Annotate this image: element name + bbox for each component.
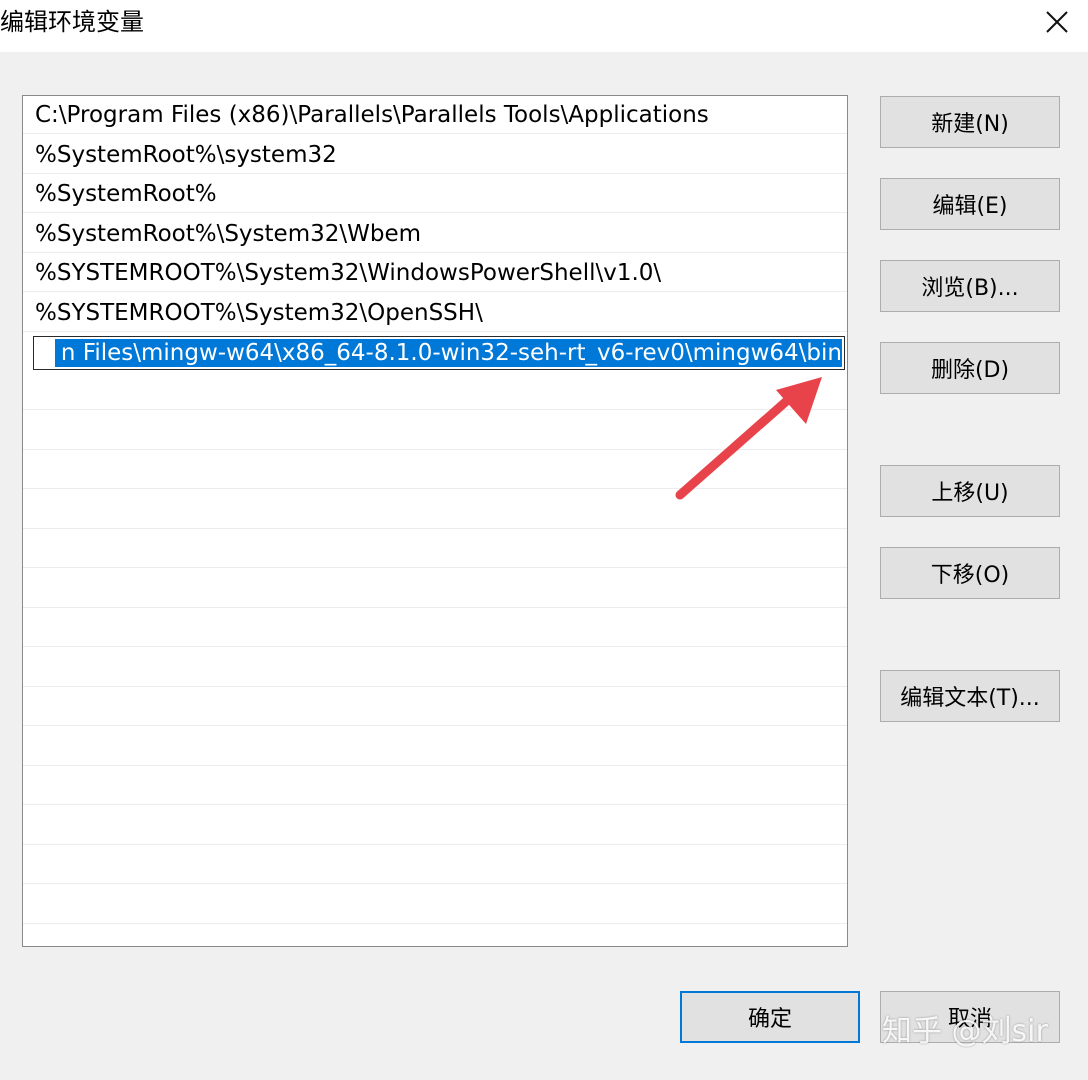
empty-row [23,412,847,450]
empty-row [23,886,847,924]
empty-row [23,491,847,529]
list-item-text: %SystemRoot% [35,181,217,207]
list-item[interactable]: %SYSTEMROOT%\System32\OpenSSH\ [23,294,847,332]
move-down-button[interactable]: 下移(O) [880,547,1060,599]
empty-row [23,688,847,726]
path-edit-input[interactable]: n Files\mingw-w64\x86_64-8.1.0-win32-seh… [33,336,845,370]
window-title: 编辑环境变量 [0,8,144,36]
move-up-button[interactable]: 上移(U) [880,465,1060,517]
new-button[interactable]: 新建(N) [880,96,1060,148]
ok-button[interactable]: 确定 [680,991,860,1043]
empty-row [23,609,847,647]
edit-text-button[interactable]: 编辑文本(T)... [880,670,1060,722]
empty-row [23,530,847,568]
list-item[interactable]: %SYSTEMROOT%\System32\WindowsPowerShell\… [23,254,847,292]
list-item-text: C:\Program Files (x86)\Parallels\Paralle… [35,102,709,128]
list-item-text: %SystemRoot%\System32\Wbem [35,221,422,247]
empty-row [23,570,847,608]
list-item[interactable]: %SystemRoot%\system32 [23,136,847,174]
list-item-text: %SYSTEMROOT%\System32\OpenSSH\ [35,300,483,326]
empty-row [23,649,847,687]
list-item[interactable]: %SystemRoot%\System32\Wbem [23,215,847,253]
edit-button[interactable]: 编辑(E) [880,178,1060,230]
empty-row [23,807,847,845]
empty-row [23,372,847,410]
title-bar: 编辑环境变量 [0,0,1088,52]
delete-button[interactable]: 删除(D) [880,342,1060,394]
selected-path-text: n Files\mingw-w64\x86_64-8.1.0-win32-seh… [54,339,842,367]
empty-row [23,767,847,805]
list-item-text: %SystemRoot%\system32 [35,142,337,168]
close-icon [1046,11,1068,33]
list-item[interactable]: %SystemRoot% [23,175,847,213]
close-button[interactable] [1032,0,1082,44]
list-item-text: %SYSTEMROOT%\System32\WindowsPowerShell\… [35,260,662,286]
list-item[interactable]: C:\Program Files (x86)\Parallels\Paralle… [23,96,847,134]
empty-row [23,451,847,489]
empty-row [23,728,847,766]
empty-row [23,846,847,884]
browse-button[interactable]: 浏览(B)... [880,260,1060,312]
watermark: 知乎 @刘sir [882,1014,1048,1049]
path-list[interactable]: C:\Program Files (x86)\Parallels\Paralle… [22,95,848,947]
